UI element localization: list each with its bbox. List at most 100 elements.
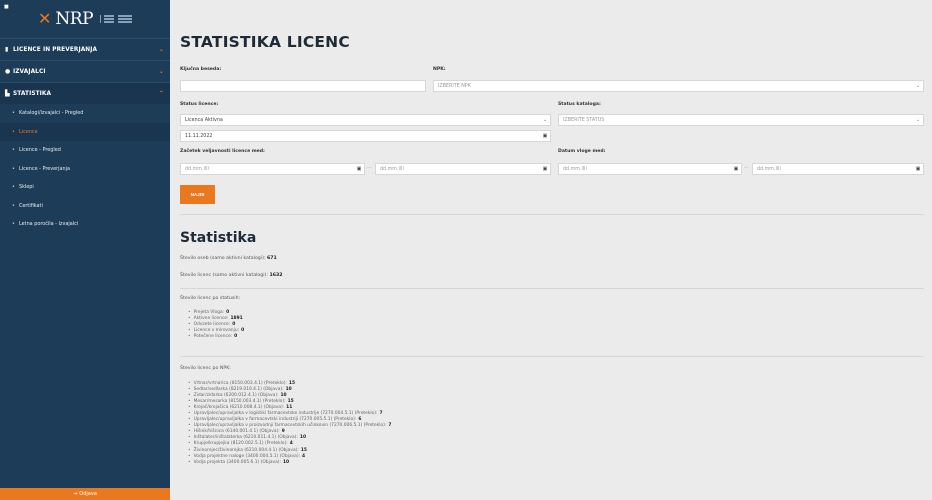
range-dash: — <box>367 166 372 171</box>
stat-licenc-label: Število licenc (samo aktivni katalogi): <box>180 273 268 278</box>
list-item-count: 7 <box>379 411 383 417</box>
list-item-label: Aktivne licence: <box>193 315 229 321</box>
logout-label: Odjava <box>79 491 97 497</box>
calendar-icon[interactable]: ▣ <box>354 166 364 172</box>
bullet-icon: • <box>12 221 15 228</box>
nav-section-licence[interactable]: ▮ LICENCE IN PREVERJANJA ⌄ <box>0 38 170 60</box>
list-item: Licence v mirovanju:0 <box>188 327 245 333</box>
calendar-icon[interactable]: ▣ <box>731 166 741 172</box>
nrp-logo[interactable]: ■ ✕ NRP <box>0 0 170 38</box>
sidebar-item-label: Licence - Pregled <box>19 147 61 154</box>
kljucna-beseda-input[interactable] <box>180 80 426 92</box>
list-item-count: 0 <box>234 333 238 339</box>
nav-section-izvajalci[interactable]: ● IZVAJALCI ⌄ <box>0 60 170 82</box>
list-item-label: Prejeta Vloga: <box>193 309 225 315</box>
sidebar-item-licence[interactable]: • Licence <box>0 122 170 141</box>
divider <box>180 288 924 289</box>
list-item-count: 4 <box>302 453 306 459</box>
calendar-icon[interactable]: ▣ <box>540 133 550 139</box>
document-icon: ▮ <box>5 46 9 53</box>
zacetek-do-input[interactable]: dd.mm.llll ▣ <box>375 163 551 175</box>
calendar-icon[interactable]: ▣ <box>913 166 923 172</box>
stat-licenc: Število licenc (samo aktivni katalogi): … <box>180 273 283 278</box>
sidebar-item-katalogi-pregled[interactable]: • Katalogi/Izvajalci - Pregled <box>0 104 170 123</box>
list-item-count: 15 <box>287 398 294 404</box>
date-placeholder: dd.mm.llll <box>185 166 209 172</box>
stat-licenc-value: 1632 <box>269 273 283 278</box>
by-status-heading: Število licenc po statusih: <box>180 296 241 301</box>
zacetek-od-input[interactable]: dd.mm.llll ▣ <box>180 163 365 175</box>
npk-placeholder: IZBERITE NPK <box>438 83 471 89</box>
sidebar-item-sklepi[interactable]: • Sklepi <box>0 178 170 197</box>
bullet-icon: • <box>12 110 15 117</box>
sidebar-item-label: Letna poročila - Izvajalci <box>19 221 79 228</box>
list-item: Vodja projekta (3400.005.6.1) (Objava):1… <box>188 459 391 465</box>
datum-vloge-od-input[interactable]: dd.mm.llll ▣ <box>558 163 742 175</box>
list-item-count: 15 <box>288 380 296 386</box>
status-kataloga-select[interactable]: IZBERITE STATUS ⌄ <box>558 114 924 126</box>
statistics-title: Statistika <box>180 230 257 246</box>
sidebar-item-certifikati[interactable]: • Certifikati <box>0 197 170 216</box>
sidebar-item-label: Katalogi/Izvajalci - Pregled <box>19 110 84 117</box>
list-item-count: 10 <box>285 386 292 392</box>
list-item-label: Živinorejec/živinorejka (6210.004.4.1) (… <box>193 447 299 453</box>
date-input[interactable]: 11.11.2022 ▣ <box>180 130 551 142</box>
user-icon: ● <box>5 68 11 75</box>
date-value: 11.11.2022 <box>185 133 213 139</box>
list-item-count: 0 <box>232 321 236 327</box>
sidebar-item-letna-porocila[interactable]: • Letna poročila - Izvajalci <box>0 215 170 234</box>
list-item: Upravljalec/upravljalka v farmacevtski i… <box>188 417 391 423</box>
datum-vloge-do-input[interactable]: dd.mm.llll ▣ <box>752 163 924 175</box>
by-npk-list: Vrtnar/vrtnarica (8150.003.4.1) (Pretekl… <box>188 380 392 465</box>
list-item-label: Krojač/krojačica (6210.008.4.1) (Objava)… <box>193 404 285 410</box>
list-item-label: Vodja projektne naloge (3400.004.5.1) (O… <box>193 453 301 459</box>
date-placeholder: dd.mm.llll <box>380 166 404 172</box>
status-kataloga-label: Status kataloga: <box>558 102 601 107</box>
list-item-count: 0 <box>241 327 245 333</box>
logo-mark-icon: ✕ <box>37 9 52 28</box>
sidebar-item-label: Sklepi <box>19 184 34 191</box>
list-item-count: 4 <box>289 441 293 447</box>
list-item-count: 1891 <box>230 315 243 321</box>
npk-label: NPK: <box>433 67 446 72</box>
list-item-count: 9 <box>281 429 285 435</box>
logo-subtitle-graphic-2 <box>118 15 133 23</box>
search-button[interactable]: NAJDI <box>180 185 215 204</box>
kljucna-beseda-label: Ključna beseda: <box>180 67 222 72</box>
list-item-label: Mesar/mesarka (8150.003.4.1) (Preteklo): <box>193 398 286 404</box>
logo-subtitle-graphic <box>100 15 115 23</box>
list-item-count: 10 <box>299 435 307 441</box>
by-npk-heading: Število licenc po NPK: <box>180 366 231 371</box>
list-item-count: 0 <box>226 309 230 315</box>
chevron-up-icon: ⌃ <box>158 90 164 97</box>
list-item-label: Upravljalec/upravljalka v proizvodnji fa… <box>193 423 387 429</box>
status-licence-value: Licenca Aktivna <box>185 117 223 123</box>
status-kataloga-placeholder: IZBERITE STATUS <box>563 117 605 123</box>
chevron-down-icon: ⌄ <box>915 83 921 89</box>
main-content: STATISTIKA LICENC Ključna beseda: NPK: I… <box>171 0 932 500</box>
npk-select[interactable]: IZBERITE NPK ⌄ <box>433 80 924 92</box>
nav-section-label: STATISTIKA <box>13 90 52 97</box>
chart-icon: ▙ <box>5 90 10 97</box>
chevron-down-icon: ⌄ <box>158 46 164 53</box>
chevron-down-icon: ⌄ <box>158 68 164 75</box>
nav-section-statistika[interactable]: ▙ STATISTIKA ⌃ <box>0 82 170 104</box>
status-licence-select[interactable]: Licenca Aktivna ⌄ <box>180 114 551 126</box>
chevron-down-icon: ⌄ <box>915 117 921 123</box>
logout-button[interactable]: ⇥ Odjava <box>0 488 170 500</box>
chevron-down-icon: ⌄ <box>542 117 548 123</box>
sidebar-item-licence-preverjanja[interactable]: • Licence - Preverjanja <box>0 160 170 179</box>
status-licence-label: Status licence: <box>180 102 219 107</box>
bullet-icon: • <box>12 165 15 172</box>
sidebar-item-licence-pregled[interactable]: • Licence - Pregled <box>0 141 170 160</box>
list-item-count: 10 <box>280 392 287 398</box>
date-placeholder: dd.mm.llll <box>757 166 781 172</box>
list-item-label: Upravljalec/upravljalka v logistiki farm… <box>193 411 378 417</box>
nav-section-label: LICENCE IN PREVERJANJA <box>13 46 98 53</box>
list-item: Upravljalec/upravljalka v proizvodnji fa… <box>188 423 392 429</box>
list-item-label: Licence v mirovanju: <box>193 327 240 333</box>
menu-dot-icon: ■ <box>4 4 9 10</box>
calendar-icon[interactable]: ▣ <box>540 166 550 172</box>
list-item-label: Zidar/zidarka (6200.012.4.1) (Objava): <box>193 392 279 398</box>
list-item: Aktivne licence:1891 <box>188 315 244 321</box>
